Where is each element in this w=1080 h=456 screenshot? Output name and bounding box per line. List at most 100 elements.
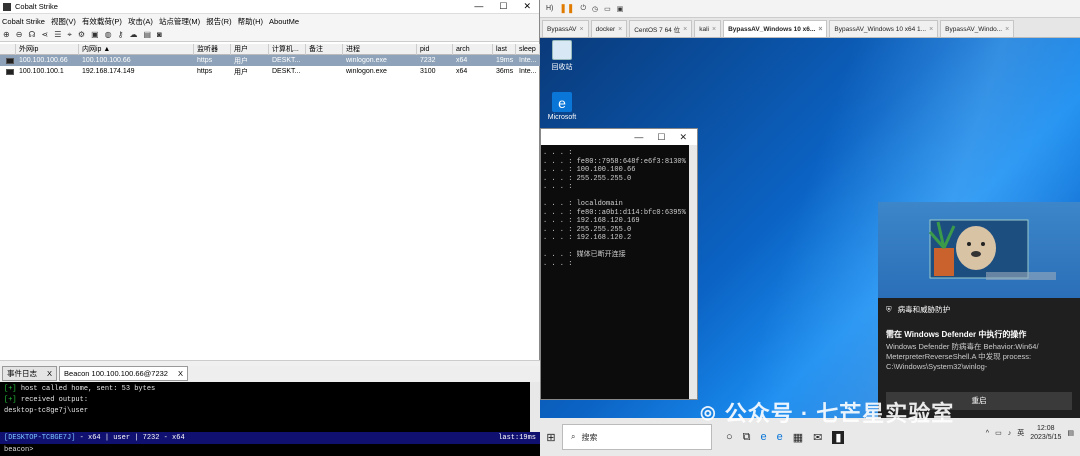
ie-icon[interactable]: e <box>777 431 783 444</box>
ime-indicator[interactable]: 英 <box>1017 428 1024 438</box>
screen: H) ❚❚ ⏻ ◷ ▭ ▣ BypassAV × docker × CentOS 7… <box>0 0 1080 456</box>
close-icon[interactable]: × <box>1005 26 1009 33</box>
close-icon[interactable]: × <box>712 26 716 33</box>
desktop-icon-edge[interactable]: e Microsoft <box>542 92 582 121</box>
taskbar-search[interactable]: ⌕ 搜索 <box>562 424 712 450</box>
col-note[interactable]: 备注 <box>306 43 343 55</box>
vm-tab[interactable]: BypassAV_Windo... × <box>940 20 1015 37</box>
cmd-line: . . . : fe80::7958:648f:e6f3:8130% <box>543 157 686 166</box>
menu-view[interactable]: 视图(V) <box>51 16 76 27</box>
cmd-scrollbar[interactable] <box>689 145 697 399</box>
minimize-icon[interactable]: — <box>474 1 483 12</box>
store-icon[interactable]: ▦ <box>793 431 803 444</box>
maximize-icon[interactable]: ☐ <box>657 132 665 143</box>
close-icon[interactable]: X <box>47 369 52 378</box>
cmd-line: . . . : 192.168.120.2 <box>543 234 632 242</box>
log-icon[interactable]: ▤ <box>143 30 151 39</box>
vm-tab[interactable]: BypassAV × <box>542 20 589 37</box>
desktop-icon-recycle-bin[interactable]: 回收站 <box>542 40 582 72</box>
col-last[interactable]: last <box>493 43 516 55</box>
disconnect-icon[interactable]: ⊖ <box>16 30 23 39</box>
network-icon[interactable]: ▭ <box>995 429 1002 437</box>
vm-tab[interactable]: BypassAV_Windows 10 x64 1... × <box>829 20 939 37</box>
cmd-line: . . . : <box>543 149 573 157</box>
close-icon[interactable]: × <box>580 26 584 33</box>
notification-center-icon[interactable]: ▤ <box>1067 429 1074 437</box>
power-icon[interactable]: ⏻ <box>580 5 586 13</box>
target-icon[interactable]: ⌖ <box>67 30 72 40</box>
col-computer[interactable]: 计算机... <box>269 43 306 55</box>
cmd-line: . . . : localdomain <box>543 200 623 208</box>
mail-icon[interactable]: ✉ <box>813 431 822 444</box>
cmd-window[interactable]: — ☐ ✕ . . . :. . . : fe80::7958:648f:e6f… <box>540 128 698 400</box>
edge-icon[interactable]: e <box>761 431 767 444</box>
menu-site-management[interactable]: 站点管理(M) <box>159 16 200 27</box>
key-icon[interactable]: ⚷ <box>118 30 124 39</box>
defender-notification[interactable]: ⛨ 病毒和威胁防护 需在 Windows Defender 中执行的操作 Wind… <box>878 202 1080 418</box>
window-title: Cobalt Strike <box>15 2 58 11</box>
close-icon[interactable]: × <box>683 26 687 33</box>
menu-cobalt-strike[interactable]: Cobalt Strike <box>2 17 45 26</box>
col-process[interactable]: 进程 <box>343 43 417 55</box>
console-icon[interactable]: ▣ <box>617 5 624 13</box>
clock[interactable]: 12:08 2023/5/15 <box>1030 424 1061 442</box>
recycle-bin-icon <box>552 40 572 60</box>
vm-tab[interactable]: CentOS 7 64 位 × <box>629 20 693 37</box>
close-icon[interactable]: X <box>178 369 183 378</box>
col-arch[interactable]: arch <box>453 43 493 55</box>
menu-reports[interactable]: 报告(R) <box>206 16 231 27</box>
col-icon[interactable] <box>0 43 16 55</box>
cmd-output: . . . :. . . : fe80::7958:648f:e6f3:8130… <box>541 145 697 272</box>
vm-tab-active[interactable]: BypassAV_Windows 10 x6... × <box>723 20 828 37</box>
gear-icon[interactable]: ⚙ <box>78 30 85 39</box>
col-listener[interactable]: 监听器 <box>194 43 231 55</box>
volume-icon[interactable]: ♪ <box>1008 430 1012 437</box>
list-icon[interactable]: ☰ <box>54 30 61 39</box>
col-user[interactable]: 用户 <box>231 43 269 55</box>
maximize-icon[interactable]: ☐ <box>499 1 507 12</box>
vm-tab[interactable]: kali × <box>694 20 722 37</box>
table-row[interactable]: 100.100.100.1 192.168.174.149 https 用户 D… <box>0 66 540 77</box>
image-icon[interactable]: ▣ <box>91 30 99 39</box>
col-external-ip[interactable]: 外网ip <box>16 43 79 55</box>
beacon-console-output: [+] host called home, sent: 53 bytes [+]… <box>0 382 530 432</box>
cmd-titlebar: — ☐ ✕ <box>541 129 697 145</box>
vm-tab[interactable]: docker × <box>590 20 628 37</box>
tab-event-log[interactable]: 事件日志 X <box>2 366 58 381</box>
col-internal-ip[interactable]: 内网ip ▲ <box>79 43 194 55</box>
sessions-table: 外网ip 内网ip ▲ 监听器 用户 计算机... 备注 进程 pid arch… <box>0 43 540 77</box>
col-pid[interactable]: pid <box>417 43 453 55</box>
tab-beacon[interactable]: Beacon 100.100.100.66@7232 X <box>59 366 188 381</box>
beacon-command-input[interactable]: beacon> <box>0 444 540 456</box>
camera-icon[interactable]: ◙ <box>157 30 162 39</box>
close-icon[interactable]: × <box>818 26 822 33</box>
watermark: ◎ 公众号 · 七芒星实验室 <box>700 401 955 426</box>
table-row[interactable]: 100.100.100.66 100.100.100.66 https 用户 D… <box>0 55 540 66</box>
menu-about[interactable]: AboutMe <box>269 17 299 26</box>
menu-help[interactable]: 帮助(H) <box>238 16 263 27</box>
download-icon[interactable]: ☁ <box>129 30 137 39</box>
task-view-icon[interactable]: ⧉ <box>743 431 751 444</box>
vm-menu-help[interactable]: H) <box>546 5 553 12</box>
col-sleep[interactable]: sleep <box>516 43 540 55</box>
close-icon[interactable]: ✕ <box>679 132 687 143</box>
tray-chevron-icon[interactable]: ^ <box>986 430 989 437</box>
pause-icon[interactable]: ❚❚ <box>559 3 574 14</box>
menu-payload[interactable]: 有效载荷(P) <box>82 16 122 27</box>
headphones-icon[interactable]: ☊ <box>28 30 35 39</box>
globe-icon[interactable]: ◍ <box>105 30 112 39</box>
cs-menubar: Cobalt Strike 视图(V) 有效载荷(P) 攻击(A) 站点管理(M… <box>0 14 539 28</box>
close-icon[interactable]: × <box>618 26 622 33</box>
cortana-icon[interactable]: ○ <box>726 431 733 444</box>
fullscreen-icon[interactable]: ▭ <box>604 5 611 13</box>
share-icon[interactable]: ⋖ <box>42 30 49 39</box>
cmd-taskbar-icon[interactable]: ▮ <box>832 430 845 444</box>
close-icon[interactable]: × <box>929 26 933 33</box>
snapshot-icon[interactable]: ◷ <box>592 5 598 13</box>
menu-attack[interactable]: 攻击(A) <box>128 16 153 27</box>
windows-start-icon[interactable]: ⊞ <box>540 431 562 444</box>
close-icon[interactable]: ✕ <box>523 1 531 12</box>
new-connection-icon[interactable]: ⊕ <box>3 30 10 39</box>
console-scrollbar[interactable] <box>530 382 540 432</box>
minimize-icon[interactable]: — <box>634 132 643 142</box>
